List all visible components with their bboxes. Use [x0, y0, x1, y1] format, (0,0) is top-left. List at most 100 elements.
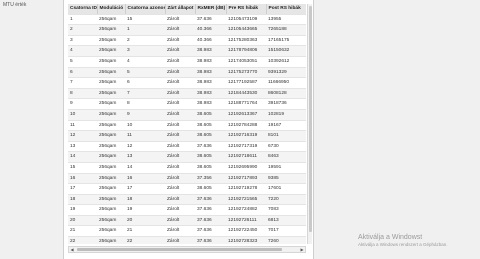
table-cell: 37.636 — [195, 194, 226, 206]
table-cell: Zárolt — [165, 173, 195, 185]
column-header[interactable]: Csatorna azonosító — [125, 4, 166, 15]
table-cell: 8 — [68, 88, 97, 100]
table-cell: Zárolt — [165, 215, 195, 227]
table-cell: 37.636 — [195, 141, 226, 153]
table-cell: 256qam — [97, 141, 125, 153]
table-row: 5 256qam 4 Zárolt 38.983 12174053051 10392612 — [68, 56, 306, 68]
table-cell: 17 — [68, 183, 97, 195]
table-cell: Zárolt — [165, 151, 195, 163]
table-row: 16 256qam 16 Zárolt 37.356 12192717893 9385 — [68, 173, 306, 185]
table-cell: 12184443530 — [226, 88, 266, 100]
table-cell: 12192716319 — [226, 130, 266, 142]
table-cell: 38.983 — [195, 45, 226, 57]
table-row: 1 256qam 15 Zárolt 37.636 12105473109 13955 — [68, 14, 306, 26]
table-cell: 19591 — [266, 162, 306, 174]
table-cell: 7017 — [266, 225, 306, 238]
table-cell: Zárolt — [165, 130, 195, 142]
table-cell: 2 — [68, 24, 97, 36]
table-cell: 40.366 — [195, 24, 226, 36]
table-cell: Zárolt — [165, 45, 195, 57]
table-cell: 17601 — [266, 183, 306, 195]
table-row: 3 256qam 2 Zárolt 40.366 12175280363 17165175 — [68, 35, 306, 47]
table-cell: 19 — [125, 204, 165, 216]
table-cell: Zárolt — [165, 88, 195, 100]
table-cell: 12177192587 — [226, 77, 266, 89]
column-header[interactable]: Csatorna ID — [68, 4, 98, 15]
table-cell: 12188771764 — [226, 98, 266, 110]
windows-activation-watermark: Aktiválja a Windowst Aktiválja a Windows… — [358, 234, 448, 247]
table-cell: 9 — [68, 98, 97, 110]
table-cell: Zárolt — [165, 162, 195, 174]
table-cell: 12192718611 — [226, 151, 266, 163]
table-row: 21 256qam 21 Zárolt 37.636 12192722450 7017 — [68, 225, 306, 238]
table-cell: 256qam — [97, 98, 125, 110]
table-cell: Zárolt — [165, 141, 195, 153]
table-cell: 8463 — [266, 151, 306, 163]
table-row: 10 256qam 9 Zárolt 38.605 12192613367 102819 — [68, 109, 306, 121]
table-cell: 12192717319 — [226, 141, 266, 153]
table-cell: 3 — [68, 35, 97, 47]
table-cell: 38.605 — [195, 120, 226, 132]
table-row: 8 256qam 7 Zárolt 38.983 12184443530 8608128 — [68, 88, 306, 100]
table-cell: Zárolt — [165, 14, 195, 26]
table-row: 20 256qam 20 Zárolt 37.636 12192726111 6813 — [68, 215, 306, 227]
table-cell: 256qam — [97, 56, 125, 68]
table-cell: 6813 — [266, 215, 306, 227]
table-row: 15 256qam 14 Zárolt 38.605 12192695990 19591 — [68, 162, 306, 174]
table-cell: 256qam — [97, 24, 125, 36]
column-header[interactable]: Moduláció — [97, 4, 126, 15]
table-cell: 14 — [68, 151, 97, 163]
table-cell: 102819 — [266, 109, 306, 121]
table-row: 22 256qam 22 Zárolt 37.636 12192728323 7260 — [68, 236, 306, 244]
column-header[interactable]: Zárt állapot — [165, 4, 196, 15]
table-cell: 10392612 — [266, 56, 306, 68]
table-cell: 21 — [68, 225, 97, 238]
table-cell: Zárolt — [165, 35, 195, 47]
horizontal-scroll-thumb[interactable] — [77, 248, 282, 251]
table-cell: 12174053051 — [226, 56, 266, 68]
scroll-right-arrow-icon[interactable]: ▶ — [299, 247, 305, 252]
table-cell: 4 — [68, 45, 97, 57]
table-cell: 7220 — [266, 194, 306, 206]
column-header[interactable]: Post RS hibák — [266, 4, 306, 15]
scroll-left-arrow-icon[interactable]: ◀ — [69, 247, 75, 252]
table-cell: 18 — [68, 194, 97, 206]
table-cell: 256qam — [97, 35, 125, 47]
table-cell: 5 — [68, 56, 97, 68]
table-cell: 7083 — [266, 204, 306, 216]
table-row: 17 256qam 17 Zárolt 38.605 12192719278 17601 — [68, 183, 306, 195]
table-cell: 14 — [125, 162, 165, 174]
table-cell: 256qam — [97, 45, 125, 57]
table-cell: 256qam — [97, 194, 125, 206]
table-row: 13 256qam 12 Zárolt 37.636 12192717319 6730 — [68, 141, 306, 153]
table-cell: Zárolt — [165, 120, 195, 132]
table-cell: 12192784288 — [226, 120, 266, 132]
column-header[interactable]: RxMER (dB) — [195, 4, 227, 15]
table-cell: 38.605 — [195, 162, 226, 174]
horizontal-scrollbar[interactable]: ◀ ▶ — [68, 246, 306, 253]
table-cell: 256qam — [97, 173, 125, 185]
table-cell: 12178794806 — [226, 45, 266, 57]
table-cell: 38.605 — [195, 109, 226, 121]
table-cell: 7 — [125, 88, 165, 100]
watermark-title: Aktiválja a Windowst — [358, 234, 423, 241]
table-cell: 256qam — [97, 204, 125, 216]
table-cell: 1 — [68, 14, 97, 26]
table-row: 4 256qam 3 Zárolt 38.983 12178794806 15150632 — [68, 45, 306, 57]
table-cell: 38.605 — [195, 130, 226, 142]
table-cell: 9 — [125, 109, 165, 121]
table-cell: 13 — [68, 141, 97, 153]
table-cell: 11666950 — [266, 77, 306, 89]
vertical-scrollbar[interactable] — [307, 4, 312, 244]
table-cell: 13 — [125, 151, 165, 163]
table-cell: 6730 — [266, 141, 306, 153]
table-cell: 15150632 — [266, 45, 306, 57]
table-cell: 8101 — [266, 130, 306, 142]
vertical-scroll-thumb[interactable] — [309, 6, 312, 232]
table-cell: 38.605 — [195, 151, 226, 163]
column-header[interactable]: Pre RS hibák — [226, 4, 267, 15]
table-cell: 2 — [125, 35, 165, 47]
table-cell: 12175273770 — [226, 67, 266, 79]
left-label: MTU érték — [3, 2, 27, 8]
table-cell: 22 — [125, 236, 165, 244]
